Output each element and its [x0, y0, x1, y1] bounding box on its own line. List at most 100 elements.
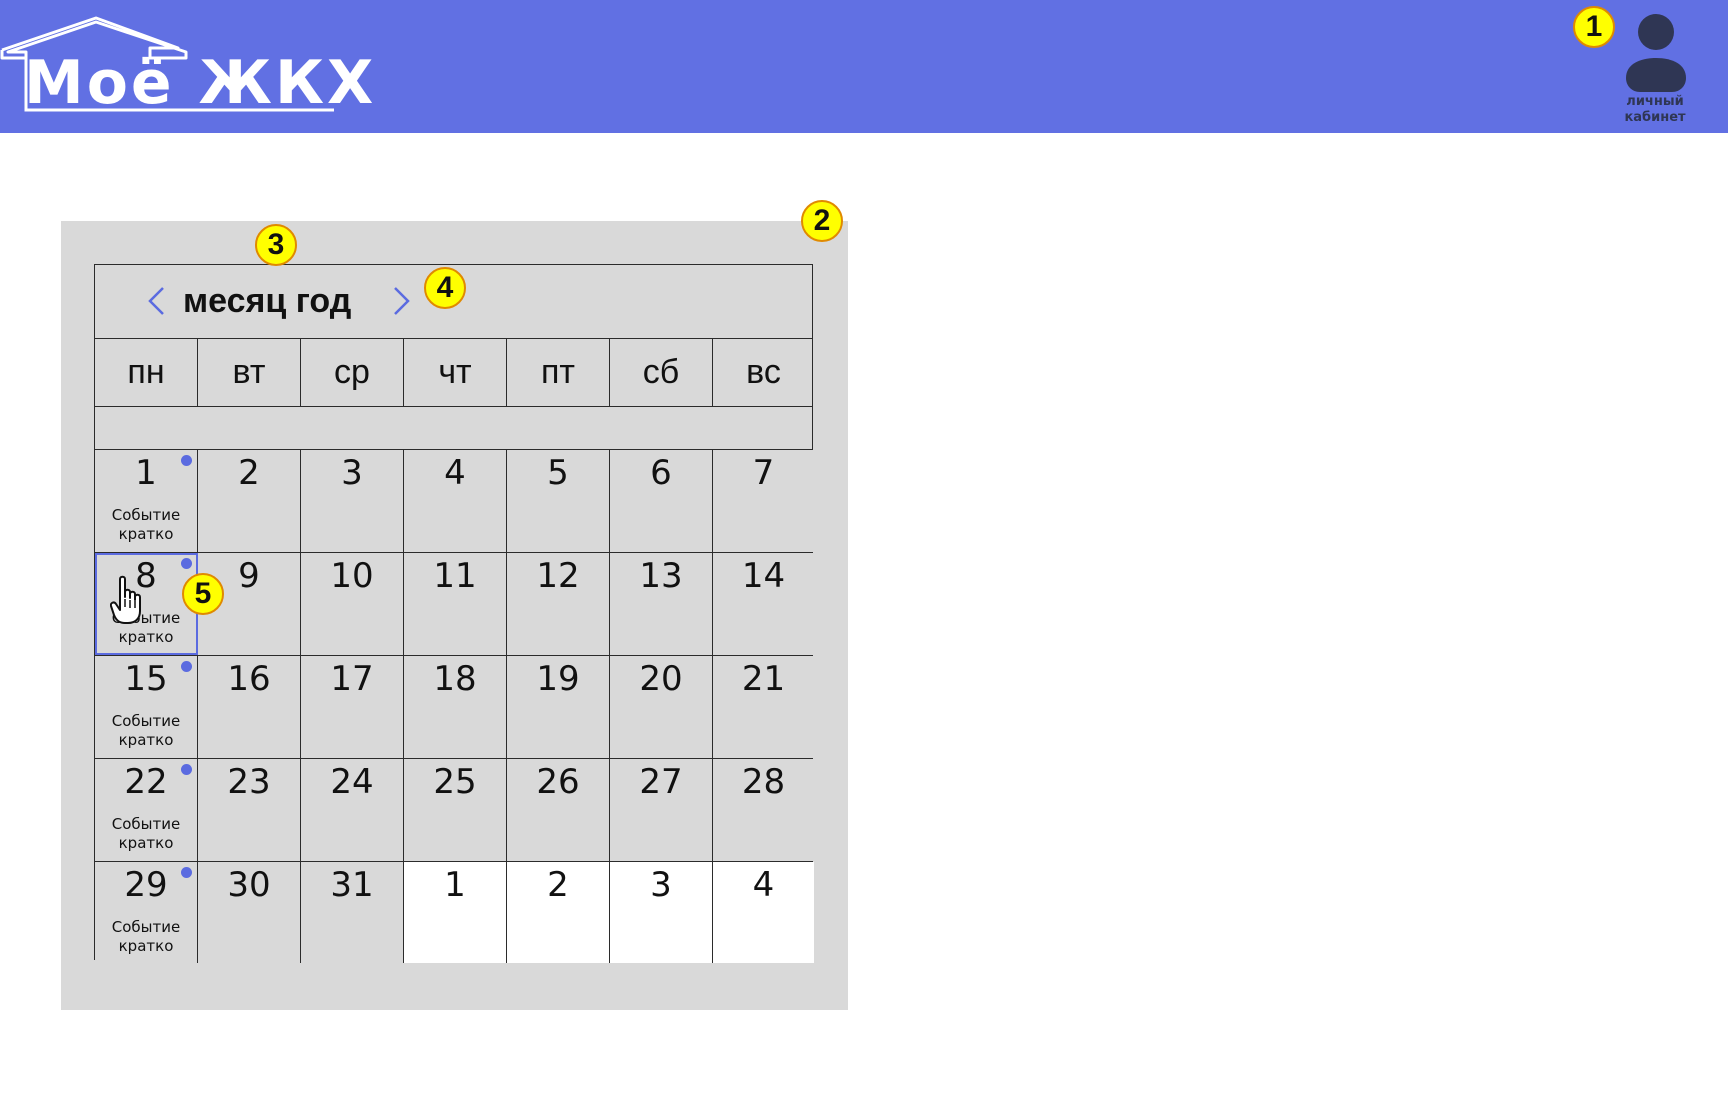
- day-cell[interactable]: 22 Событие кратко: [95, 759, 198, 861]
- day-cell[interactable]: 6: [610, 450, 713, 552]
- marker-2: 2: [801, 200, 843, 242]
- event-summary: Событие кратко: [111, 506, 181, 543]
- day-cell[interactable]: 23: [198, 759, 301, 861]
- day-cell[interactable]: 28: [713, 759, 814, 861]
- day-number: 28: [741, 762, 786, 802]
- day-cell[interactable]: 4: [404, 450, 507, 552]
- calendar-grid: 1 Событие кратко 2 3 4 5 6 7 8 Событие кратко 9 10 1…: [95, 450, 814, 963]
- day-cell[interactable]: 12: [507, 553, 610, 655]
- chevron-left-icon: [148, 287, 164, 315]
- day-cell[interactable]: 7: [713, 450, 814, 552]
- day-number: 20: [639, 659, 683, 699]
- day-number: 13: [639, 556, 683, 596]
- day-number: 19: [536, 659, 580, 699]
- day-cell[interactable]: 30: [198, 862, 301, 963]
- day-number: 4: [752, 865, 775, 905]
- day-number: 17: [330, 659, 374, 699]
- day-cell[interactable]: 27: [610, 759, 713, 861]
- day-number: 30: [227, 865, 271, 905]
- day-cell[interactable]: 1: [404, 862, 507, 963]
- profile-label: личный кабинет: [1624, 94, 1686, 125]
- day-cell[interactable]: 21: [713, 656, 814, 758]
- day-cell[interactable]: 14: [713, 553, 814, 655]
- day-number: 10: [330, 556, 374, 596]
- day-cell[interactable]: 20: [610, 656, 713, 758]
- day-number: 16: [227, 659, 271, 699]
- day-number: 26: [536, 762, 580, 802]
- day-number: 3: [341, 453, 363, 493]
- day-cell[interactable]: 5: [507, 450, 610, 552]
- event-dot-icon: [181, 455, 192, 466]
- day-cell[interactable]: 1 Событие кратко: [95, 450, 198, 552]
- weekday-label: сб: [610, 339, 713, 406]
- day-cell[interactable]: 24: [301, 759, 404, 861]
- day-number: 24: [330, 762, 374, 802]
- marker-5: 5: [182, 573, 224, 615]
- day-cell[interactable]: 3: [610, 862, 713, 963]
- weekday-label: вс: [746, 353, 781, 391]
- day-cell[interactable]: 11: [404, 553, 507, 655]
- day-cell[interactable]: 26: [507, 759, 610, 861]
- day-cell[interactable]: 25: [404, 759, 507, 861]
- day-number: 6: [650, 453, 672, 493]
- day-cell[interactable]: 19: [507, 656, 610, 758]
- calendar-week-row: 1 Событие кратко 2 3 4 5 6 7: [95, 450, 814, 553]
- weekday-label: чт: [404, 339, 507, 406]
- hand-pointer-icon: [110, 575, 141, 624]
- event-dot-icon: [181, 661, 192, 672]
- day-number: 2: [238, 453, 260, 493]
- day-cell[interactable]: 13: [610, 553, 713, 655]
- day-cell[interactable]: 2: [507, 862, 610, 963]
- day-number: 5: [547, 453, 569, 493]
- month-year-title: месяц год: [183, 282, 352, 320]
- logo-text: Моё ЖКХ: [24, 48, 377, 118]
- marker-3: 3: [255, 224, 297, 266]
- event-summary: Событие кратко: [111, 918, 181, 955]
- app-logo[interactable]: Моё ЖКХ: [0, 14, 373, 118]
- day-number: 1: [444, 865, 466, 905]
- day-number: 14: [741, 556, 786, 596]
- day-cell[interactable]: 17: [301, 656, 404, 758]
- calendar-week-row: 22 Событие кратко 23 24 25 26 27 28: [95, 759, 814, 862]
- calendar-week-row: 29 Событие кратко 30 31 1 2 3 4: [95, 862, 814, 963]
- profile-button[interactable]: личный кабинет: [1620, 14, 1690, 132]
- day-cell[interactable]: 15 Событие кратко: [95, 656, 198, 758]
- calendar-spacer-row: [95, 407, 812, 450]
- day-cell[interactable]: 16: [198, 656, 301, 758]
- event-dot-icon: [181, 558, 192, 569]
- day-cell[interactable]: 29 Событие кратко: [95, 862, 198, 963]
- day-cell[interactable]: 2: [198, 450, 301, 552]
- event-dot-icon: [181, 764, 192, 775]
- day-number: 12: [536, 556, 580, 596]
- chevron-right-icon: [394, 287, 410, 315]
- next-month-button[interactable]: [391, 285, 413, 317]
- weekday-label: пн: [95, 339, 198, 406]
- weekday-label: пт: [507, 339, 610, 406]
- day-cell[interactable]: 10: [301, 553, 404, 655]
- weekday-label: ср: [301, 339, 404, 406]
- day-cell[interactable]: 18: [404, 656, 507, 758]
- day-number: 23: [227, 762, 271, 802]
- day-number: 18: [433, 659, 477, 699]
- weekday-label: вт: [198, 339, 301, 406]
- day-cell[interactable]: 4: [713, 862, 814, 963]
- day-cell[interactable]: 3: [301, 450, 404, 552]
- event-dot-icon: [181, 867, 192, 878]
- day-number: 4: [444, 453, 466, 493]
- marker-4: 4: [424, 267, 466, 309]
- day-number: 27: [639, 762, 683, 802]
- day-number: 7: [752, 453, 775, 493]
- top-header: Моё ЖКХ личный кабинет: [0, 0, 1728, 133]
- day-number: 21: [741, 659, 786, 699]
- day-number: 3: [650, 865, 672, 905]
- calendar-week-row: 15 Событие кратко 16 17 18 19 20 21: [95, 656, 814, 759]
- weekday-header-row: пн вт ср чт пт сб вс: [95, 339, 812, 407]
- day-number: 31: [330, 865, 374, 905]
- prev-month-button[interactable]: [145, 285, 167, 317]
- day-number: 2: [547, 865, 569, 905]
- event-summary: Событие кратко: [111, 815, 181, 852]
- event-summary: Событие кратко: [111, 712, 181, 749]
- day-cell[interactable]: 31: [301, 862, 404, 963]
- user-avatar-icon: [1626, 14, 1686, 92]
- day-number: 11: [433, 556, 477, 596]
